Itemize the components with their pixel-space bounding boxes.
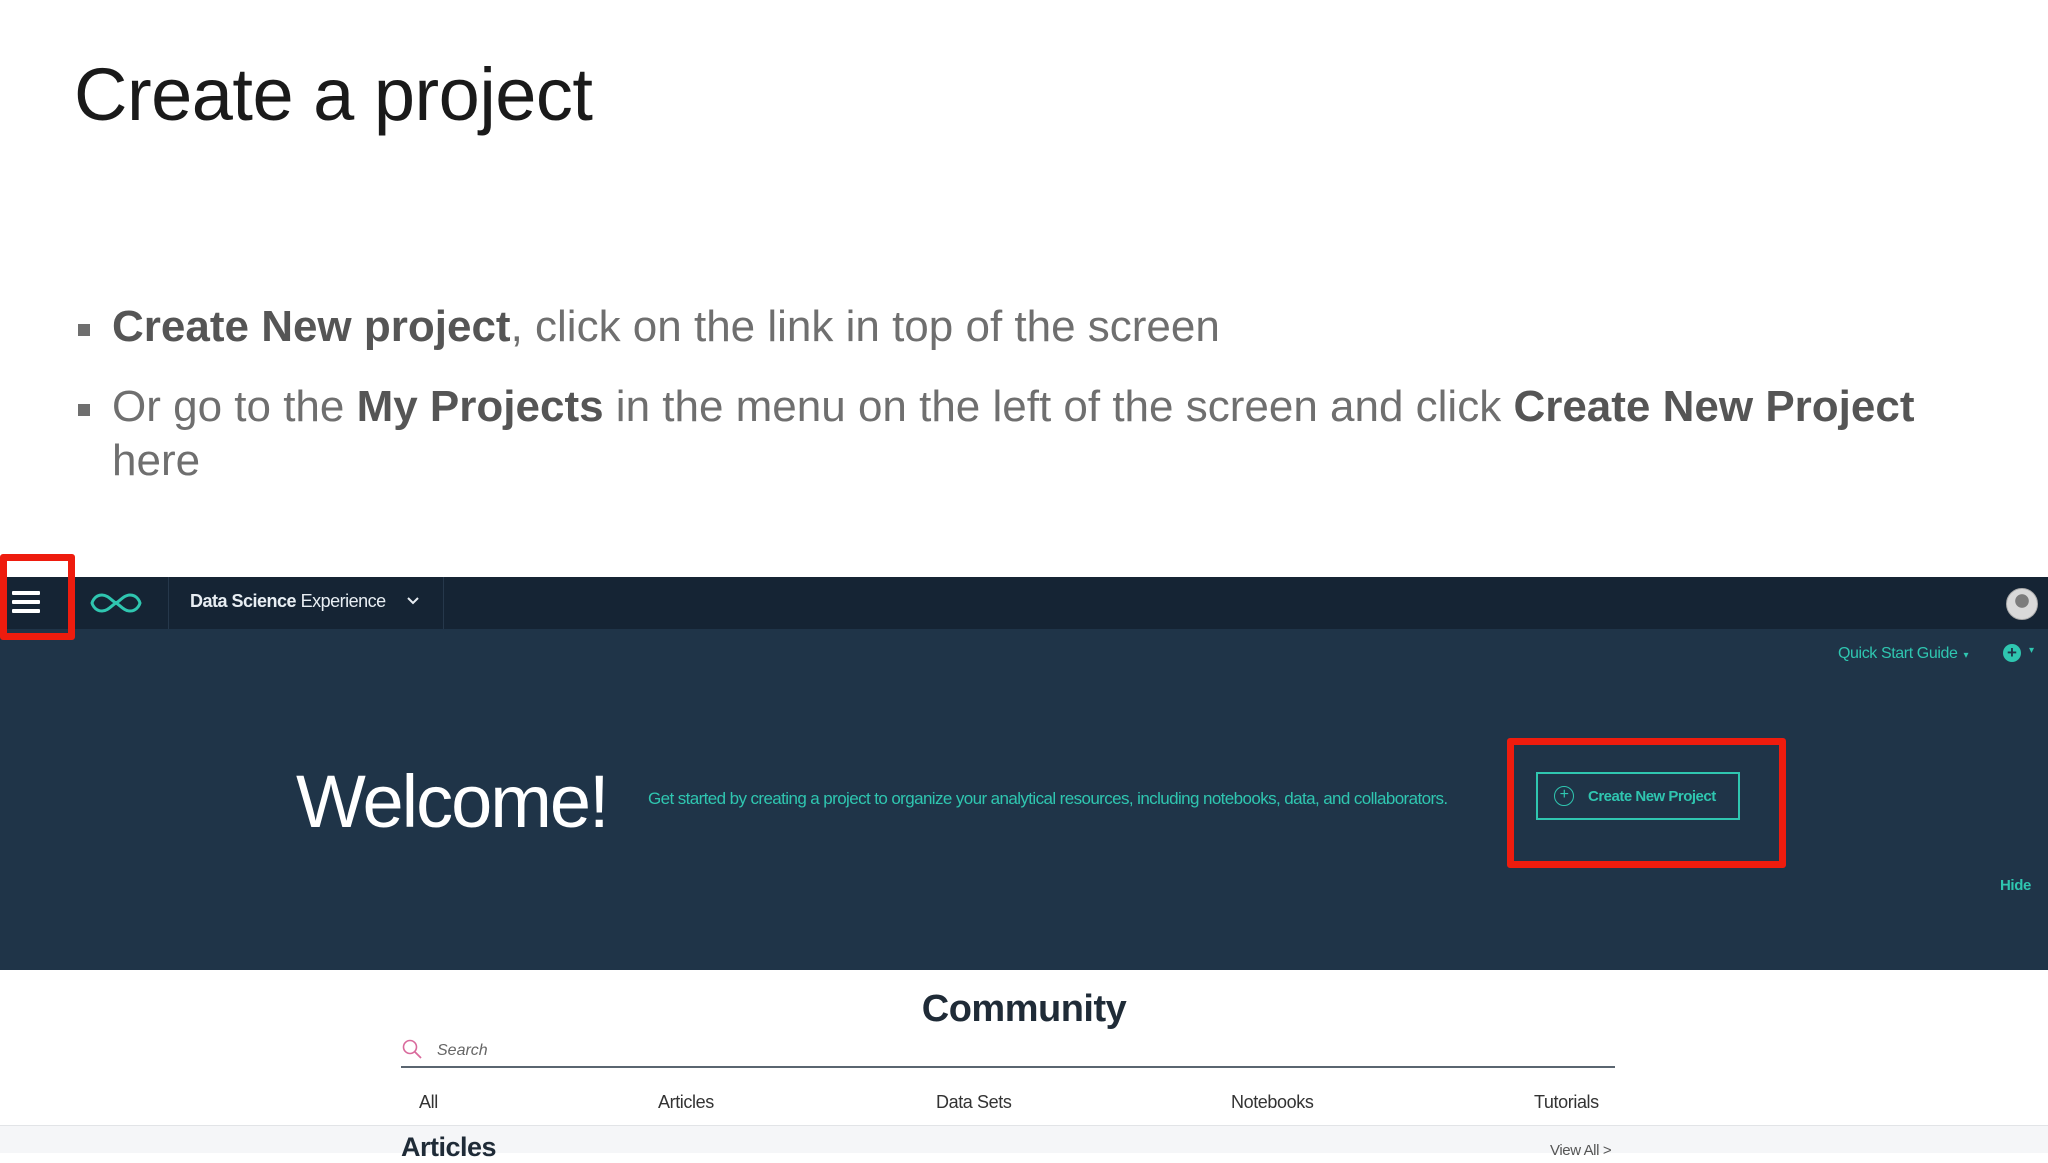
- hide-banner-link[interactable]: Hide: [2000, 877, 2031, 894]
- welcome-tagline: Get started by creating a project to org…: [648, 789, 1448, 808]
- caret-down-icon[interactable]: ▾: [2029, 645, 2034, 656]
- app-name[interactable]: Data Science Experience: [190, 591, 386, 612]
- filter-tab-articles[interactable]: Articles: [658, 1092, 714, 1113]
- search-icon: [402, 1039, 422, 1059]
- infinity-logo-icon: [90, 593, 142, 613]
- filter-tab-notebooks[interactable]: Notebooks: [1231, 1092, 1314, 1113]
- community-title: Community: [921, 988, 1127, 1030]
- bullet-bold: Create New project: [112, 302, 511, 351]
- add-icon[interactable]: +: [2003, 644, 2021, 662]
- articles-heading: Articles: [401, 1132, 497, 1162]
- bullet-my-projects: Or go to the My Projects in the menu on …: [78, 380, 1978, 488]
- filter-tab-tutorials[interactable]: Tutorials: [1534, 1092, 1599, 1113]
- articles-band: [0, 1125, 2048, 1153]
- create-project-highlight-box: [1507, 738, 1786, 868]
- bullet-text: here: [112, 436, 201, 485]
- view-all-link[interactable]: View All >: [1550, 1142, 1612, 1159]
- navbar-divider: [443, 577, 444, 629]
- instruction-list: Create New project, click on the link in…: [78, 300, 1978, 514]
- search-bar: [401, 1036, 1615, 1068]
- menu-highlight-box: [0, 554, 75, 640]
- caret-down-icon: ▾: [1963, 650, 1969, 661]
- bullet-text: , click on the link in top of the screen: [510, 302, 1220, 351]
- navbar-divider: [168, 577, 169, 629]
- filter-tab-all[interactable]: All: [419, 1092, 438, 1113]
- chevron-down-icon[interactable]: [404, 591, 422, 611]
- bullet-bold: Create New Project: [1513, 382, 1915, 431]
- user-avatar[interactable]: [2006, 588, 2038, 620]
- top-navbar: Data Science Experience: [0, 577, 2048, 629]
- bullet-text: Or go to the: [112, 382, 357, 431]
- slide-title: Create a project: [74, 53, 593, 136]
- welcome-heading: Welcome!: [296, 760, 610, 843]
- bullet-bold: My Projects: [356, 382, 604, 431]
- bullet-create-new-project: Create New project, click on the link in…: [78, 300, 1978, 354]
- filter-tab-data-sets[interactable]: Data Sets: [936, 1092, 1012, 1113]
- quick-start-guide-link[interactable]: Quick Start Guide ▾: [1838, 645, 1968, 663]
- search-input[interactable]: [435, 1038, 1609, 1064]
- bullet-text: in the menu on the left of the screen an…: [603, 382, 1514, 431]
- filter-tabs: All Articles Data Sets Notebooks Tutoria…: [401, 1092, 1615, 1116]
- community-section: Community All Articles Data Sets Noteboo…: [0, 970, 2048, 1162]
